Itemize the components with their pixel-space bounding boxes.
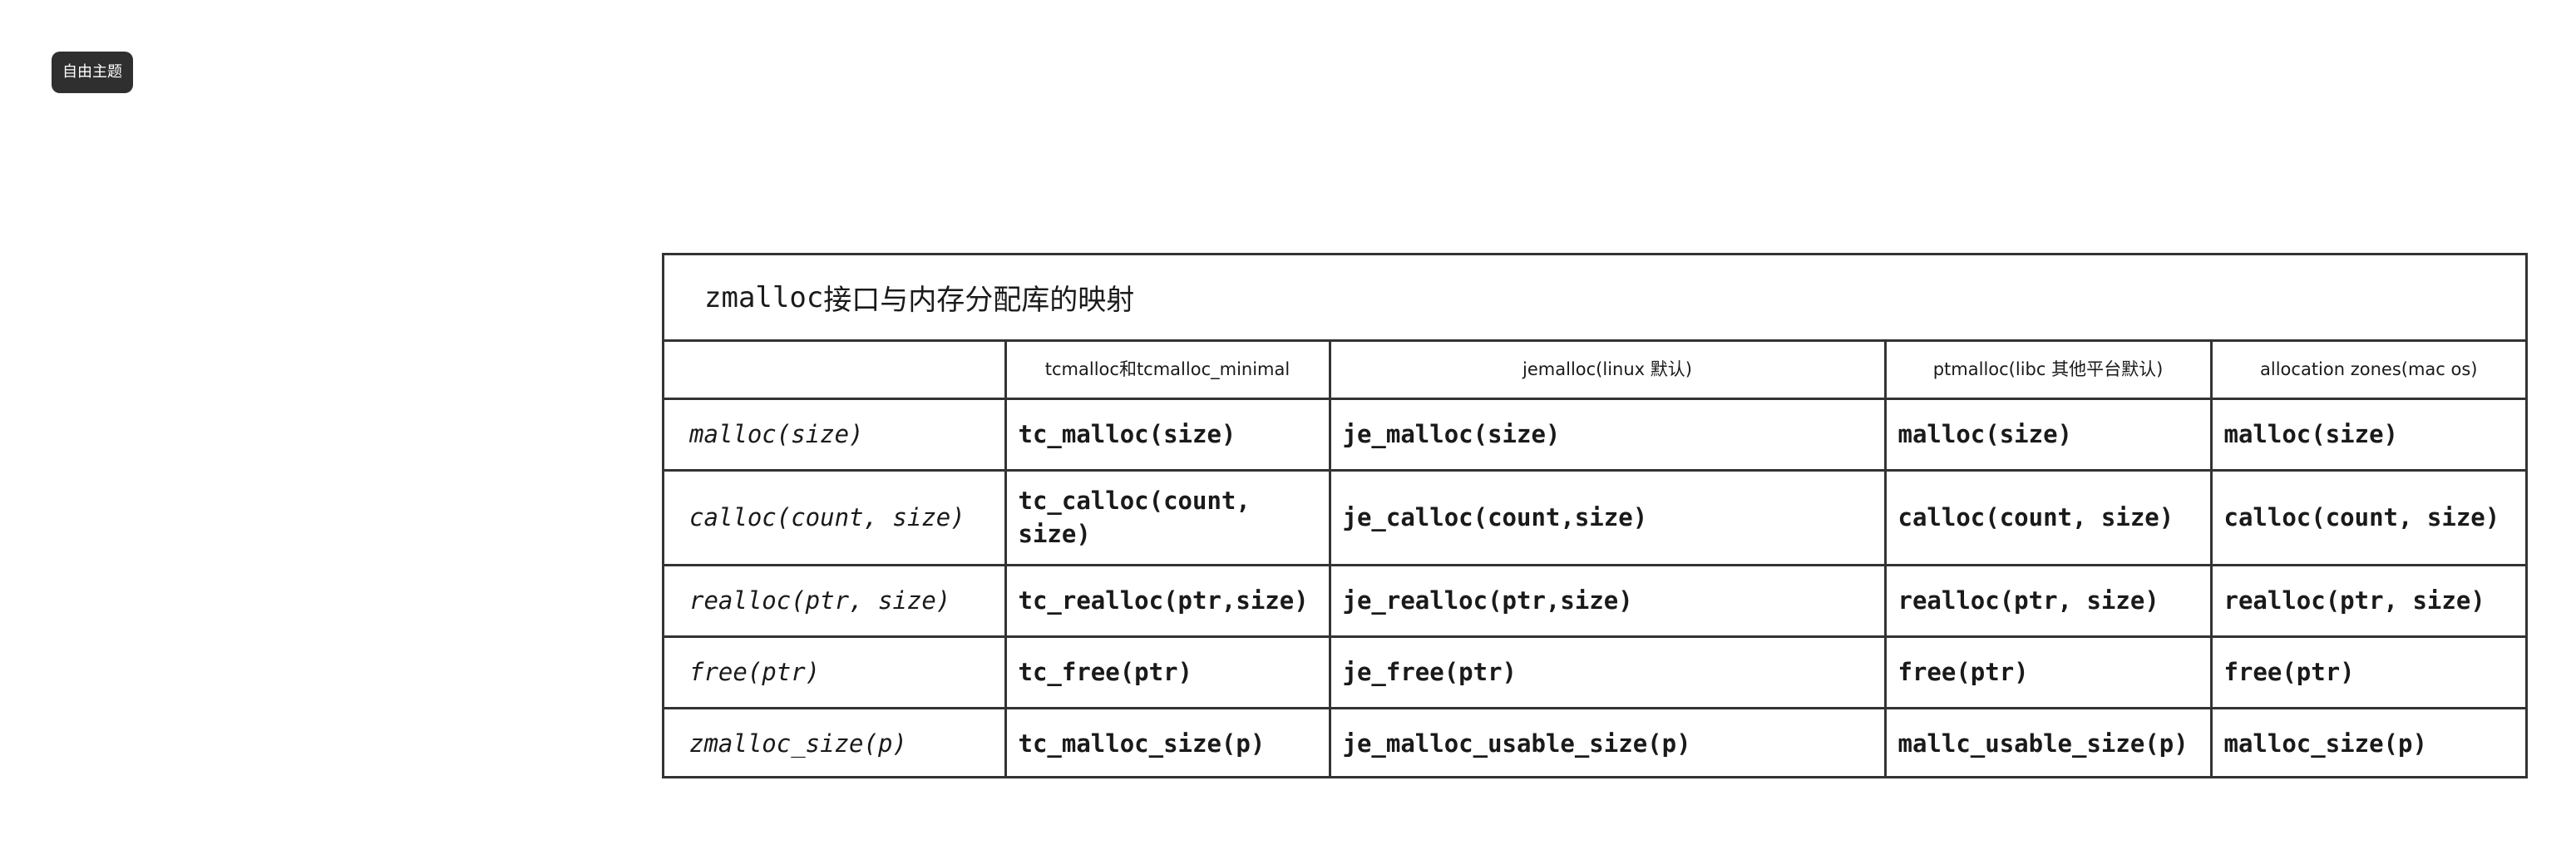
table-cell: tc_realloc(ptr,size) (1004, 563, 1331, 638)
table-row: malloc(size) tc_malloc(size) je_malloc(s… (664, 397, 2525, 472)
row-function-cell: realloc(ptr, size) (664, 563, 1007, 638)
row-function-cell: malloc(size) (664, 397, 1007, 472)
table-cell: malloc(size) (2209, 397, 2525, 472)
table-cell: mallc_usable_size(p) (1883, 706, 2213, 778)
table-title-code: zmalloc (704, 280, 824, 314)
table-cell: malloc(size) (1883, 397, 2213, 472)
topic-badge[interactable]: 自由主题 (52, 52, 133, 93)
table-cell: je_free(ptr) (1328, 635, 1887, 709)
table-cell: calloc(count, size) (1883, 468, 2213, 566)
table-cell: je_malloc_usable_size(p) (1328, 706, 1887, 778)
table-cell: tc_malloc_size(p) (1004, 706, 1331, 778)
header-cell-tcmalloc: tcmalloc和tcmalloc_minimal (1004, 342, 1331, 400)
table-cell: free(ptr) (1883, 635, 2213, 709)
table-cell: malloc_size(p) (2209, 706, 2525, 778)
table-cell: tc_malloc(size) (1004, 397, 1331, 472)
table-cell: realloc(ptr, size) (2209, 563, 2525, 638)
header-cell-allocation-zones: allocation zones(mac os) (2209, 342, 2525, 400)
table-title: zmalloc 接口与内存分配库的映射 (664, 255, 2525, 342)
table-title-text: 接口与内存分配库的映射 (823, 284, 1135, 317)
table-cell: free(ptr) (2209, 635, 2525, 709)
table-cell: tc_calloc(count, size) (1004, 468, 1331, 566)
table-cell: tc_free(ptr) (1004, 635, 1331, 709)
row-function-cell: calloc(count, size) (664, 468, 1007, 566)
table-row: zmalloc_size(p) tc_malloc_size(p) je_mal… (664, 706, 2525, 778)
table-cell: je_calloc(count,size) (1328, 468, 1887, 566)
header-cell-empty (664, 342, 1007, 400)
header-cell-ptmalloc: ptmalloc(libc 其他平台默认) (1883, 342, 2213, 400)
table-row: realloc(ptr, size) tc_realloc(ptr,size) … (664, 563, 2525, 638)
table-cell: je_realloc(ptr,size) (1328, 563, 1887, 638)
row-function-cell: free(ptr) (664, 635, 1007, 709)
header-row: tcmalloc和tcmalloc_minimal jemalloc(linux… (664, 342, 2525, 400)
mapping-table: tcmalloc和tcmalloc_minimal jemalloc(linux… (664, 342, 2525, 778)
table-cell: realloc(ptr, size) (1883, 563, 2213, 638)
mapping-table-card: zmalloc 接口与内存分配库的映射 tcmalloc和tcmalloc_min… (662, 253, 2528, 778)
row-function-cell: zmalloc_size(p) (664, 706, 1007, 778)
table-row: free(ptr) tc_free(ptr) je_free(ptr) free… (664, 635, 2525, 709)
header-cell-jemalloc: jemalloc(linux 默认) (1328, 342, 1887, 400)
table-cell: calloc(count, size) (2209, 468, 2525, 566)
table-cell: je_malloc(size) (1328, 397, 1887, 472)
table-row: calloc(count, size) tc_calloc(count, siz… (664, 468, 2525, 566)
